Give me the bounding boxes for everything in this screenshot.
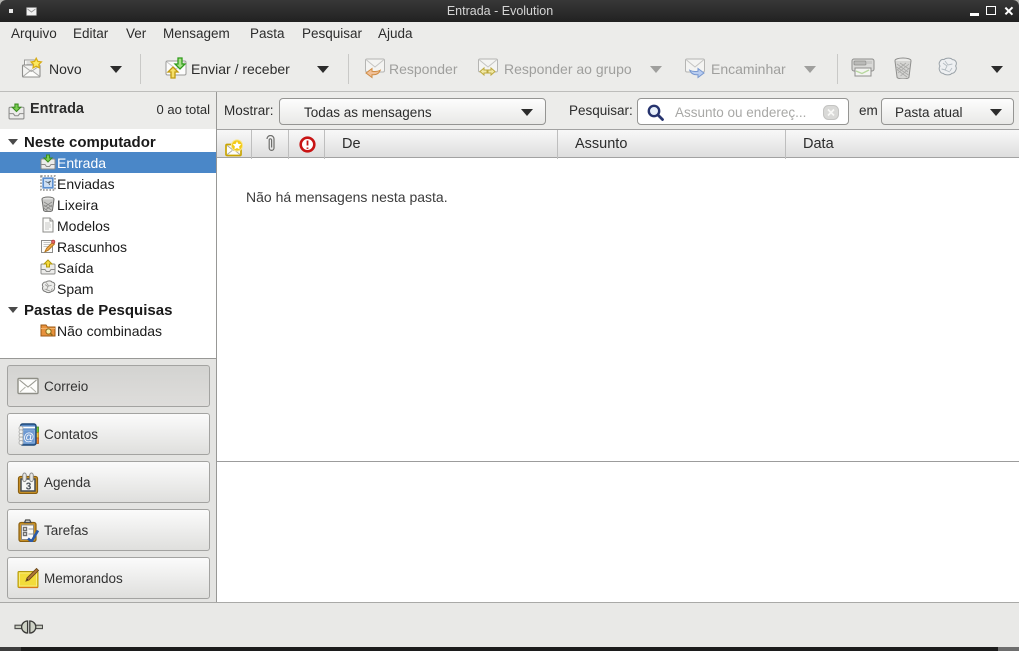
- svg-text:@: @: [23, 432, 34, 444]
- svg-text:3: 3: [26, 482, 32, 493]
